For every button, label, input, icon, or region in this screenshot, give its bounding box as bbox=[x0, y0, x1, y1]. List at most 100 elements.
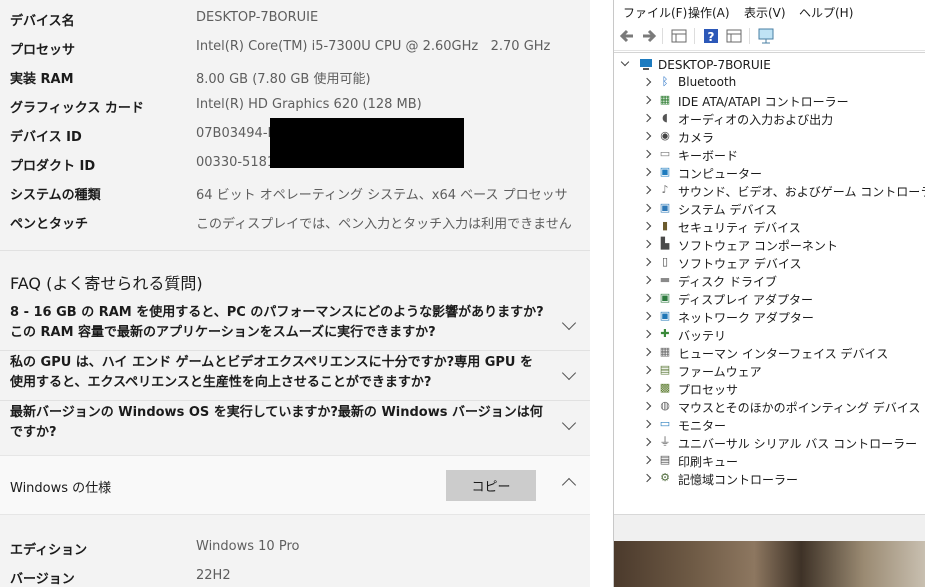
tree-node[interactable]: ▦ ヒューマン インターフェイス デバイス bbox=[638, 344, 925, 362]
tree-node[interactable]: ⏚ ユニバーサル シリアル バス コントローラー bbox=[638, 434, 925, 452]
tree-node-label: バッテリ bbox=[678, 329, 727, 343]
chevron-right-icon[interactable] bbox=[642, 473, 652, 483]
tree-node[interactable]: ◉ カメラ bbox=[638, 128, 925, 146]
forward-arrow-icon[interactable] bbox=[640, 27, 658, 45]
menu-action[interactable]: 操作(A) bbox=[688, 4, 730, 21]
chevron-right-icon[interactable] bbox=[642, 95, 652, 105]
chevron-right-icon[interactable] bbox=[642, 311, 652, 321]
sound-icon: ♪ bbox=[661, 183, 669, 196]
tree-node-label: オーディオの入力および出力 bbox=[678, 113, 834, 127]
tree-node-label: システム デバイス bbox=[678, 203, 778, 217]
chevron-right-icon[interactable] bbox=[642, 131, 652, 141]
background-photo bbox=[614, 541, 925, 587]
display-adapter-icon: ▣ bbox=[659, 291, 671, 304]
tree-node-label: ソフトウェア コンポーネント bbox=[678, 239, 838, 253]
settings-about-page: デバイス名 DESKTOP-7BORUIE プロセッサ Intel(R) Cor… bbox=[0, 0, 590, 587]
chevron-down-icon[interactable] bbox=[561, 365, 577, 381]
chevron-right-icon[interactable] bbox=[642, 239, 652, 249]
tree-node-label: Bluetooth bbox=[678, 75, 737, 89]
speaker-icon: ◖ bbox=[662, 111, 668, 124]
storage-controller-icon: ⚙ bbox=[660, 471, 670, 484]
tree-node[interactable]: ▙ ソフトウェア コンポーネント bbox=[638, 236, 925, 254]
spec-value: Intel(R) Core(TM) i5-7300U CPU @ 2.60GHz… bbox=[196, 39, 551, 54]
tree-node[interactable]: ▬ ディスク ドライブ bbox=[638, 272, 925, 290]
chevron-right-icon[interactable] bbox=[642, 347, 652, 357]
chevron-right-icon[interactable] bbox=[642, 257, 652, 267]
menu-file[interactable]: ファイル(F) bbox=[623, 4, 687, 21]
tree-node-label: プロセッサ bbox=[678, 383, 739, 397]
tree-node[interactable]: ▭ モニター bbox=[638, 416, 925, 434]
chevron-right-icon[interactable] bbox=[642, 437, 652, 447]
chevron-right-icon[interactable] bbox=[642, 167, 652, 177]
tree-node[interactable]: ▩ プロセッサ bbox=[638, 380, 925, 398]
faq-item[interactable]: 最新バージョンの Windows OS を実行していますか?最新の Window… bbox=[0, 400, 590, 450]
toolbar-separator bbox=[662, 28, 663, 44]
chevron-right-icon[interactable] bbox=[642, 383, 652, 393]
spec-key: システムの種類 bbox=[10, 188, 101, 203]
chevron-right-icon[interactable] bbox=[642, 329, 652, 339]
tree-node-label: サウンド、ビデオ、およびゲーム コントローラー bbox=[678, 185, 925, 199]
tree-node[interactable]: ᛒ Bluetooth bbox=[638, 74, 925, 92]
tree-node[interactable]: ♪ サウンド、ビデオ、およびゲーム コントローラー bbox=[638, 182, 925, 200]
chevron-right-icon[interactable] bbox=[642, 77, 652, 87]
tree-node[interactable]: ✚ バッテリ bbox=[638, 326, 925, 344]
chevron-up-icon[interactable] bbox=[561, 477, 577, 493]
scan-hardware-icon[interactable] bbox=[757, 27, 775, 45]
tree-node[interactable]: ▦ IDE ATA/ATAPI コントローラー bbox=[638, 92, 925, 110]
faq-title: FAQ (よく寄せられる質問) bbox=[10, 274, 203, 293]
tree-node[interactable]: ▣ コンピューター bbox=[638, 164, 925, 182]
faq-item[interactable]: 8 - 16 GB の RAM を使用すると、PC のパフォーマンスにどのような… bbox=[0, 300, 590, 350]
toolbar-separator bbox=[694, 28, 695, 44]
copy-button[interactable]: コピー bbox=[446, 470, 536, 501]
tree-node[interactable]: ▣ ディスプレイ アダプター bbox=[638, 290, 925, 308]
spec-value: このディスプレイでは、ペン入力とタッチ入力は利用できません bbox=[196, 217, 572, 232]
divider bbox=[0, 250, 590, 251]
chevron-right-icon[interactable] bbox=[642, 419, 652, 429]
chevron-down-icon[interactable] bbox=[561, 415, 577, 431]
menu-help[interactable]: ヘルプ(H) bbox=[799, 4, 853, 21]
help-icon[interactable]: ? bbox=[702, 27, 720, 45]
tree-node[interactable]: ▤ 印刷キュー bbox=[638, 452, 925, 470]
spec-row-pen-touch: ペンとタッチ このディスプレイでは、ペン入力とタッチ入力は利用できません bbox=[10, 206, 585, 235]
chevron-right-icon[interactable] bbox=[642, 293, 652, 303]
faq-item[interactable]: 私の GPU は、ハイ エンド ゲームとビデオエクスペリエンスに十分ですか?専用… bbox=[0, 350, 590, 400]
tree-node[interactable]: ▣ ネットワーク アダプター bbox=[638, 308, 925, 326]
battery-icon: ✚ bbox=[660, 327, 670, 340]
chevron-right-icon[interactable] bbox=[642, 113, 652, 123]
spec-value: 07B03494-D bbox=[196, 126, 278, 141]
tree-node-label: キーボード bbox=[678, 149, 739, 163]
tree-node[interactable]: ▣ システム デバイス bbox=[638, 200, 925, 218]
chevron-right-icon[interactable] bbox=[642, 365, 652, 375]
tree-node[interactable]: ▤ ファームウェア bbox=[638, 362, 925, 380]
tree-node[interactable]: ▮ セキュリティ デバイス bbox=[638, 218, 925, 236]
back-arrow-icon[interactable] bbox=[618, 27, 636, 45]
spec-row-device-name: デバイス名 DESKTOP-7BORUIE bbox=[10, 3, 585, 32]
tree-node-label: IDE ATA/ATAPI コントローラー bbox=[678, 95, 849, 109]
list-view-icon[interactable] bbox=[725, 27, 743, 45]
menu-view[interactable]: 表示(V) bbox=[744, 4, 786, 21]
chevron-right-icon[interactable] bbox=[642, 185, 652, 195]
tree-node[interactable]: ▭ キーボード bbox=[638, 146, 925, 164]
chevron-right-icon[interactable] bbox=[642, 221, 652, 231]
spec-row-processor: プロセッサ Intel(R) Core(TM) i5-7300U CPU @ 2… bbox=[10, 32, 585, 61]
tree-node[interactable]: ▯ ソフトウェア デバイス bbox=[638, 254, 925, 272]
redaction-block bbox=[270, 118, 464, 168]
chevron-right-icon[interactable] bbox=[642, 149, 652, 159]
chevron-right-icon[interactable] bbox=[642, 275, 652, 285]
tree-node-label: ディスプレイ アダプター bbox=[678, 293, 813, 307]
properties-grid-icon[interactable] bbox=[670, 27, 688, 45]
spec-key: エディション bbox=[10, 543, 88, 558]
status-bar bbox=[614, 514, 925, 542]
chevron-down-icon[interactable] bbox=[561, 315, 577, 331]
chevron-right-icon[interactable] bbox=[642, 455, 652, 465]
tree-node[interactable]: ⚙ 記憶域コントローラー bbox=[638, 470, 925, 488]
tree-node[interactable]: ◖ オーディオの入力および出力 bbox=[638, 110, 925, 128]
chevron-down-icon[interactable] bbox=[620, 57, 630, 67]
spec-key: デバイス ID bbox=[10, 130, 82, 145]
tree-node-label: モニター bbox=[678, 419, 727, 433]
chevron-right-icon[interactable] bbox=[642, 203, 652, 213]
windows-spec-header[interactable]: Windows の仕様 コピー bbox=[0, 455, 590, 515]
tree-node[interactable]: ◍ マウスとそのほかのポインティング デバイス bbox=[638, 398, 925, 416]
security-device-icon: ▮ bbox=[661, 219, 669, 232]
chevron-right-icon[interactable] bbox=[642, 401, 652, 411]
